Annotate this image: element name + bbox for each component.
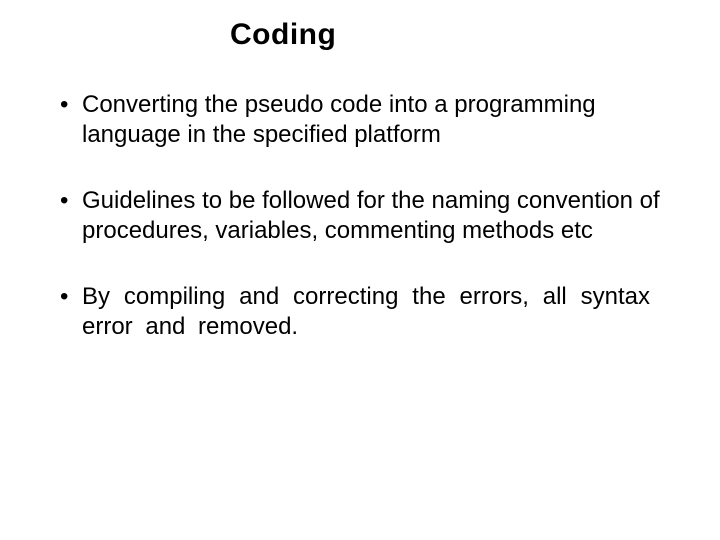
slide-title: Coding <box>230 18 680 52</box>
list-item: Guidelines to be followed for the naming… <box>60 186 680 246</box>
bullet-list: Converting the pseudo code into a progra… <box>40 90 680 342</box>
list-item: Converting the pseudo code into a progra… <box>60 90 680 150</box>
slide: Coding Converting the pseudo code into a… <box>0 0 720 540</box>
list-item: By compiling and correcting the errors, … <box>60 282 680 342</box>
